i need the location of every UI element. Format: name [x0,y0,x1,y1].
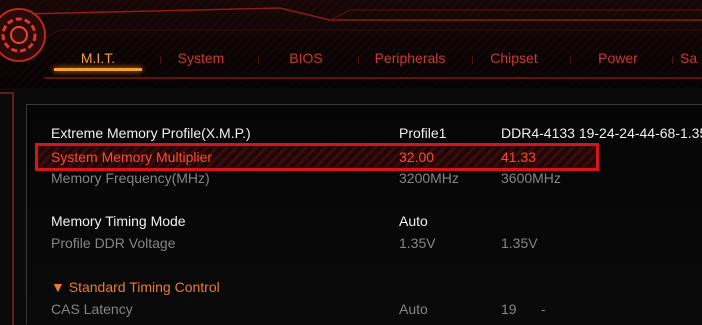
setting-label: Memory Frequency(MHz) [51,170,210,186]
tab-bios[interactable]: BIOS [270,47,342,69]
setting-value: 3200MHz [399,170,459,186]
setting-spec-value: 41.33 [501,149,537,165]
top-menu-bar: M.I.T. System BIOS Peripherals Chipset P… [0,0,702,88]
setting-row-xmp[interactable]: Extreme Memory Profile(X.M.P.) Profile1 … [27,123,702,143]
setting-spec-value: 1.35V [501,235,538,251]
tab-chipset[interactable]: Chipset [476,47,552,69]
setting-row-profile-voltage: Profile DDR Voltage 1.35V 1.35V [27,233,702,253]
tab-separator [472,56,473,64]
left-frame [0,92,14,325]
setting-spec-value: DDR4-4133 19-24-24-44-68-1.35V [501,125,702,141]
tab-separator [358,56,359,64]
setting-label: System Memory Multiplier [51,149,213,165]
setting-row-memory-multiplier[interactable]: System Memory Multiplier 32.00 41.33 [27,147,702,167]
setting-label: Memory Timing Mode [51,213,186,229]
setting-spec-value: 3600MHz [501,170,561,186]
section-header-standard-timing[interactable]: ▼ Standard Timing Control [27,277,702,297]
active-tab-underline [54,68,142,71]
section-header-label: ▼ Standard Timing Control [51,279,220,295]
tab-bar: M.I.T. System BIOS Peripherals Chipset P… [0,0,702,88]
tab-save-exit[interactable]: Sa [680,47,702,69]
setting-label: Extreme Memory Profile(X.M.P.) [51,125,251,141]
setting-row-memory-frequency: Memory Frequency(MHz) 3200MHz 3600MHz [27,168,702,188]
setting-value: Auto [399,301,428,317]
setting-value: Profile1 [399,125,447,141]
tab-power[interactable]: Power [582,47,654,69]
setting-spec-extra: - [541,301,546,317]
settings-panel: Extreme Memory Profile(X.M.P.) Profile1 … [26,104,702,324]
setting-spec-value: 19 [501,301,517,317]
setting-row-cas-latency[interactable]: CAS Latency Auto 19 - [27,299,702,319]
setting-value: 32.00 [399,149,435,165]
tab-separator [160,56,161,64]
tab-mit[interactable]: M.I.T. [54,47,142,69]
setting-value: Auto [399,213,428,229]
setting-label: CAS Latency [51,301,133,317]
tab-separator [672,56,673,64]
tab-peripherals[interactable]: Peripherals [362,47,458,69]
tab-separator [258,56,259,64]
tab-separator [570,56,571,64]
setting-label: Profile DDR Voltage [51,235,176,251]
setting-row-timing-mode[interactable]: Memory Timing Mode Auto [27,211,702,231]
tab-system[interactable]: System [162,47,240,69]
setting-value: 1.35V [399,235,436,251]
